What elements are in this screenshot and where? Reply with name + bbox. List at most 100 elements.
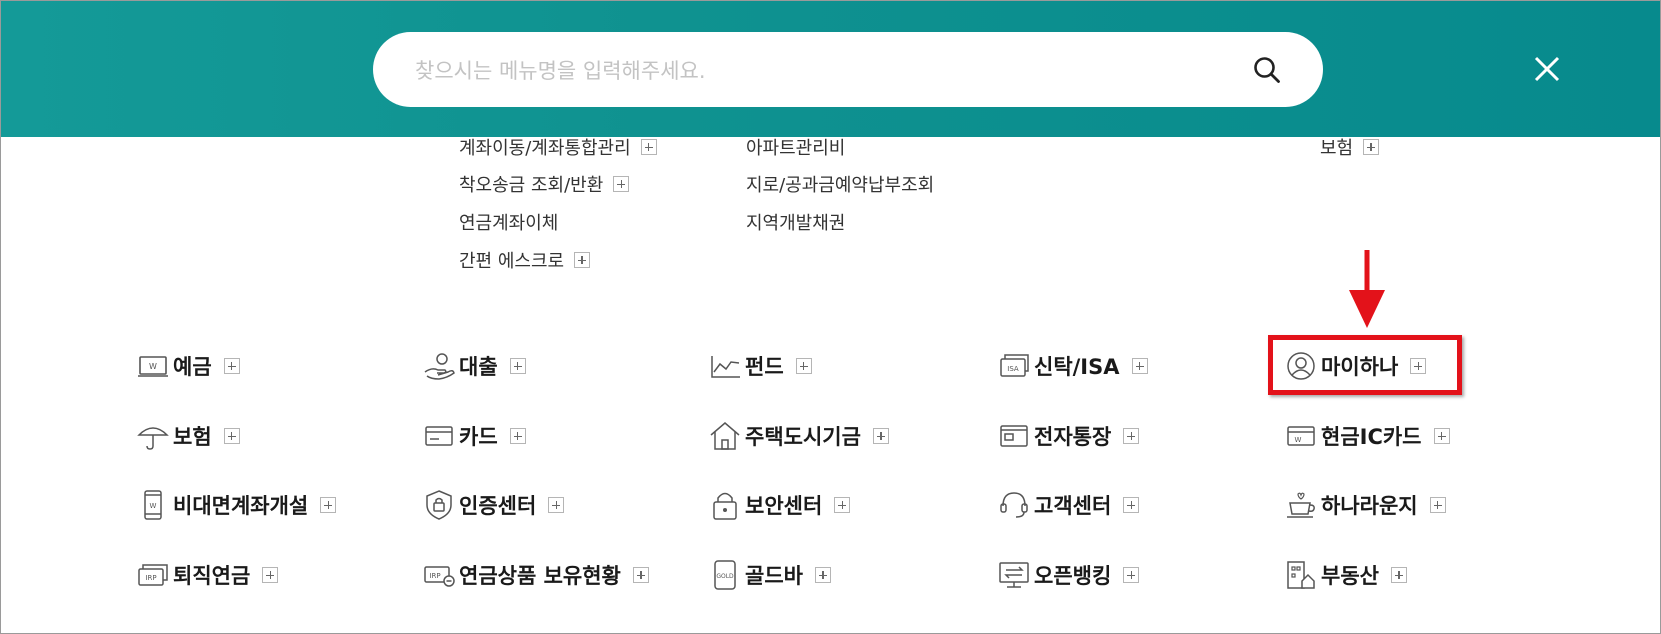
plus-icon[interactable] — [320, 497, 337, 513]
headset-icon — [1000, 492, 1028, 518]
plus-icon[interactable] — [1390, 567, 1407, 583]
menu-hana-lounge[interactable]: 하나라운지 — [1285, 488, 1446, 522]
menu-fund[interactable]: 펀드 — [709, 349, 812, 383]
svg-text:IRP: IRP — [429, 572, 440, 580]
shield-lock-icon — [426, 490, 452, 520]
plus-icon[interactable] — [1433, 428, 1450, 444]
search-header — [1, 1, 1660, 137]
menu-open-banking[interactable]: 오픈뱅킹 — [998, 558, 1140, 592]
plus-icon[interactable] — [834, 497, 851, 513]
menu-label: 퇴직연금 — [173, 564, 251, 588]
submenu-item: 착오송금 조회/반환 — [459, 171, 630, 197]
svg-text:GOLD: GOLD — [716, 573, 734, 580]
menu-retirement-pension[interactable]: IRP 퇴직연금 — [137, 558, 279, 592]
menu-certification-center[interactable]: 인증센터 — [423, 488, 565, 522]
submenu-item: 간편 에스크로 — [459, 247, 591, 273]
padlock-icon — [713, 492, 737, 520]
menu-card[interactable]: 카드 — [423, 419, 526, 453]
highlight-box — [1268, 335, 1462, 395]
menu-gold-bar[interactable]: GOLD 골드바 — [709, 558, 831, 592]
menu-label: 카드 — [459, 425, 498, 449]
credit-card-icon — [425, 426, 453, 446]
plus-icon[interactable] — [223, 428, 240, 444]
plus-icon[interactable] — [1429, 497, 1446, 513]
house-icon — [710, 422, 740, 450]
menu-label: 인증센터 — [459, 494, 537, 518]
menu-housing-fund[interactable]: 주택도시기금 — [709, 419, 889, 453]
svg-text:W: W — [149, 362, 157, 371]
menu-label: 신탁/ISA — [1034, 355, 1120, 379]
isa-card-icon: ISA — [1000, 354, 1029, 377]
menu-insurance[interactable]: 보험 — [137, 419, 240, 453]
close-icon — [1534, 56, 1560, 82]
loan-icon — [424, 353, 455, 380]
irp-holdings-icon: IRP — [424, 566, 455, 587]
plus-icon[interactable] — [509, 358, 526, 374]
submenu-label[interactable]: 계좌이동/계좌통합관리 — [459, 134, 631, 160]
menu-pension-holdings[interactable]: IRP 연금상품 보유현황 — [423, 558, 649, 592]
irp-card-icon: IRP — [138, 564, 168, 586]
plus-icon[interactable] — [1123, 428, 1140, 444]
menu-label: 하나라운지 — [1321, 494, 1418, 518]
menu-security-center[interactable]: 보안센터 — [709, 488, 851, 522]
plus-icon[interactable] — [1363, 139, 1380, 155]
submenu-item: 연금계좌이체 — [459, 210, 558, 234]
plus-icon[interactable] — [509, 428, 526, 444]
submenu-label[interactable]: 지로/공과금예약납부조회 — [746, 171, 934, 197]
submenu-label[interactable]: 지역개발채권 — [746, 209, 845, 235]
menu-trust-isa[interactable]: ISA 신탁/ISA — [998, 349, 1148, 383]
submenu-item: 지로/공과금예약납부조회 — [746, 172, 934, 196]
plus-icon[interactable] — [872, 428, 889, 444]
search-box — [373, 32, 1323, 109]
plus-icon[interactable] — [1131, 358, 1148, 374]
plus-icon[interactable] — [795, 358, 812, 374]
gold-bar-icon: GOLD — [714, 560, 736, 590]
submenu-label[interactable]: 간편 에스크로 — [459, 247, 564, 273]
plus-icon[interactable] — [574, 252, 591, 268]
menu-label: 펀드 — [745, 355, 784, 379]
search-input[interactable] — [413, 32, 1197, 109]
menu-label: 연금상품 보유현황 — [459, 564, 621, 588]
close-button[interactable] — [1527, 49, 1567, 89]
menu-customer-center[interactable]: 고객센터 — [998, 488, 1140, 522]
plus-icon[interactable] — [1123, 567, 1140, 583]
menu-loan[interactable]: 대출 — [423, 349, 526, 383]
svg-text:ISA: ISA — [1007, 365, 1019, 373]
menu-label: 골드바 — [745, 564, 803, 588]
menu-real-estate[interactable]: 부동산 — [1285, 558, 1407, 592]
menu-e-passbook[interactable]: 전자통장 — [998, 419, 1140, 453]
menu-label: 고객센터 — [1034, 494, 1112, 518]
svg-text:W: W — [150, 502, 157, 510]
menu-online-account-opening[interactable]: W 비대면계좌개설 — [137, 488, 337, 522]
menu-label: 보안센터 — [745, 494, 823, 518]
plus-icon[interactable] — [632, 567, 649, 583]
umbrella-icon — [137, 427, 169, 450]
plus-icon[interactable] — [548, 497, 565, 513]
monitor-transfer-icon — [999, 562, 1029, 588]
cash-card-icon: W — [1287, 426, 1315, 446]
submenu-label[interactable]: 아파트관리비 — [746, 134, 845, 160]
arrow-down-icon — [1349, 250, 1385, 328]
search-icon — [1254, 57, 1280, 83]
plus-icon[interactable] — [814, 567, 831, 583]
plus-icon[interactable] — [1123, 497, 1140, 513]
plus-icon[interactable] — [223, 358, 240, 374]
deposit-icon: W — [138, 356, 168, 377]
submenu-label[interactable]: 착오송금 조회/반환 — [459, 171, 603, 197]
menu-deposit[interactable]: W 예금 — [137, 349, 240, 383]
search-button[interactable] — [1243, 46, 1291, 94]
mobile-phone-icon: W — [144, 490, 162, 520]
e-passbook-icon — [1000, 425, 1028, 447]
plus-icon[interactable] — [640, 139, 657, 155]
submenu-item: 계좌이동/계좌통합관리 — [459, 135, 657, 159]
menu-cash-ic-card[interactable]: W 현금IC카드 — [1285, 419, 1450, 453]
plus-icon[interactable] — [613, 176, 630, 192]
fund-chart-icon — [711, 356, 740, 378]
menu-label: 비대면계좌개설 — [173, 494, 309, 518]
submenu-label[interactable]: 연금계좌이체 — [459, 209, 558, 235]
menu-label: 오픈뱅킹 — [1034, 564, 1112, 588]
submenu-label[interactable]: 보험 — [1320, 134, 1353, 160]
submenu-item: 보험 — [1320, 134, 1380, 160]
plus-icon[interactable] — [262, 567, 279, 583]
coffee-cup-icon — [1287, 492, 1315, 518]
